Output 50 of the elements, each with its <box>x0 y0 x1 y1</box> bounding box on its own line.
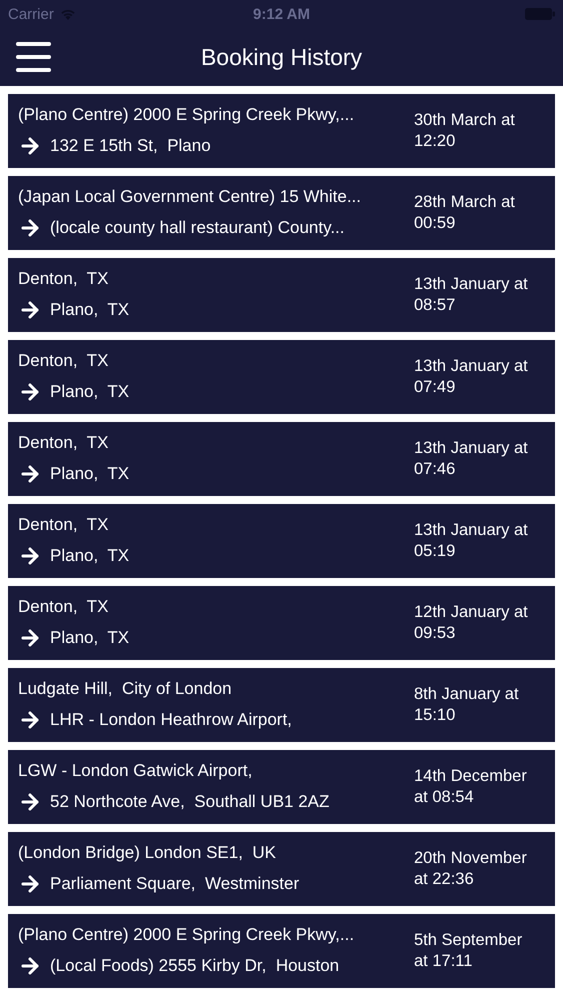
menu-button[interactable] <box>16 42 51 72</box>
pickup-address: Denton, TX <box>18 596 110 616</box>
status-time: 9:12 AM <box>253 6 310 22</box>
booking-card[interactable]: (Plano Centre) 2000 E Spring Creek Pkwy,... 132 E 15th St, Plano 30th March at 12:20 <box>8 94 555 168</box>
screen-title: Booking History <box>200 44 362 70</box>
pickup-address: (London Bridge) London SE1, UK <box>18 842 278 862</box>
dropoff-address: Plano, TX <box>50 628 130 648</box>
booking-card[interactable]: Ludgate Hill, City of London LHR - London Heathrow Airport, 8th January at 15:10 <box>8 668 555 742</box>
dropoff-address: Parliament Square, Westminster <box>50 874 300 894</box>
booking-date: 13th January at 07:49 <box>414 356 528 398</box>
pickup-address: Ludgate Hill, City of London <box>18 678 233 698</box>
booking-date: 13th January at 08:57 <box>414 274 528 316</box>
booking-card[interactable]: Denton, TX Plano, TX 13th January at 07:49 <box>8 340 555 414</box>
dropoff-address: Plano, TX <box>50 382 130 402</box>
pickup-address: LGW - London Gatwick Airport, <box>18 760 254 780</box>
booking-card[interactable]: Denton, TX Plano, TX 12th January at 09:53 <box>8 586 555 660</box>
booking-date: 8th January at 15:10 <box>414 684 519 726</box>
booking-card[interactable]: Denton, TX Plano, TX 13th January at 07:46 <box>8 422 555 496</box>
booking-date: 28th March at 00:59 <box>414 192 515 234</box>
dropoff-address: 132 E 15th St, Plano <box>50 136 211 156</box>
booking-card[interactable]: (Japan Local Government Centre) 15 White... (locale county hall restaurant) County... 28th March at 00:59 <box>8 176 555 250</box>
pickup-address: Denton, TX <box>18 268 110 288</box>
dropoff-address: (locale county hall restaurant) County... <box>50 218 344 238</box>
dropoff-address: LHR - London Heathrow Airport, <box>50 710 292 730</box>
pickup-address: Denton, TX <box>18 514 110 534</box>
booking-card[interactable]: LGW - London Gatwick Airport, 52 Northcote Ave, Southall UB1 2AZ 14th December at 08:54 <box>8 750 555 824</box>
booking-date: 14th December at 08:54 <box>414 766 527 808</box>
dropoff-address: Plano, TX <box>50 464 130 484</box>
dropoff-address: Plano, TX <box>50 546 130 566</box>
booking-date: 12th January at 09:53 <box>414 602 528 644</box>
booking-date: 20th November at 22:36 <box>414 848 527 890</box>
pickup-address: (Plano Centre) 2000 E Spring Creek Pkwy,... <box>18 104 356 124</box>
dropoff-address: 52 Northcote Ave, Southall UB1 2AZ <box>50 792 330 812</box>
pickup-address: Denton, TX <box>18 350 110 370</box>
booking-card[interactable]: (London Bridge) London SE1, UK Parliament Square, Westminster 20th November at 22:36 <box>8 832 555 906</box>
dropoff-address: Plano, TX <box>50 300 130 320</box>
dropoff-address: (Local Foods) 2555 Kirby Dr, Houston <box>50 956 340 976</box>
booking-date: 13th January at 07:46 <box>414 438 528 480</box>
pickup-address: Denton, TX <box>18 432 110 452</box>
carrier-name: Carrier <box>8 6 54 22</box>
booking-date: 30th March at 12:20 <box>414 110 515 152</box>
booking-date: 5th September at 17:11 <box>414 930 522 972</box>
battery-icon <box>525 8 555 20</box>
wifi-icon <box>60 8 76 20</box>
booking-card[interactable]: Denton, TX Plano, TX 13th January at 05:19 <box>8 504 555 578</box>
pickup-address: (Japan Local Government Centre) 15 White... <box>18 186 362 206</box>
pickup-address: (Plano Centre) 2000 E Spring Creek Pkwy,... <box>18 924 356 944</box>
booking-card[interactable]: (Plano Centre) 2000 E Spring Creek Pkwy,... (Local Foods) 2555 Kirby Dr, Houston 5th September at 17:11 <box>8 914 555 988</box>
booking-date: 13th January at 05:19 <box>414 520 528 562</box>
booking-card[interactable]: Denton, TX Plano, TX 13th January at 08:57 <box>8 258 555 332</box>
